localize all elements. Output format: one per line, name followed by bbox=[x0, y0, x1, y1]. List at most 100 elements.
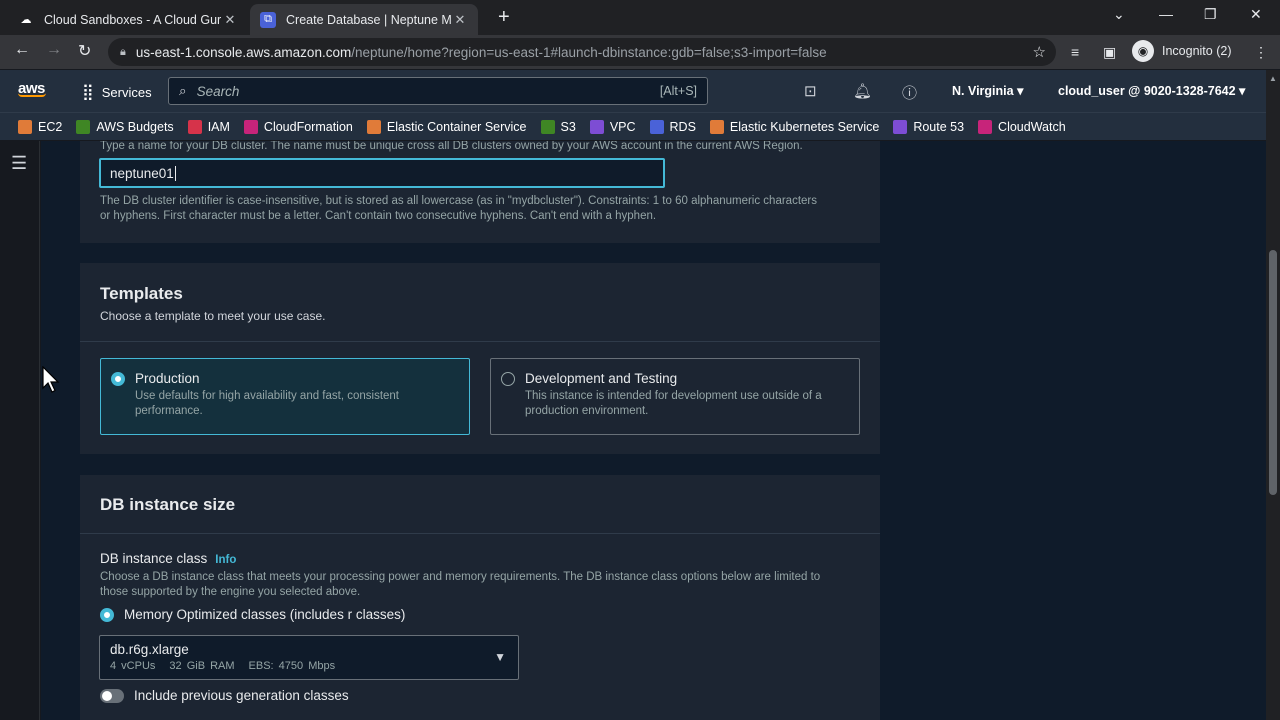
toggle-label: Include previous generation classes bbox=[134, 688, 349, 703]
favorite-ec2[interactable]: EC2 bbox=[18, 119, 63, 134]
cloudshell-icon[interactable]: ⊡ bbox=[804, 82, 817, 100]
divider bbox=[80, 341, 880, 342]
service-icon bbox=[978, 119, 993, 134]
main-content: Type a name for your DB cluster. The nam… bbox=[41, 141, 1266, 720]
minimize-button[interactable]: — bbox=[1159, 6, 1173, 22]
instance-class-label: DB instance class Info bbox=[100, 551, 237, 566]
service-icon bbox=[18, 119, 32, 134]
back-button[interactable]: ← bbox=[14, 41, 30, 59]
instance-class-desc-line1: Choose a DB instance class that meets yo… bbox=[100, 571, 821, 583]
address-bar[interactable]: 🔒︎ us-east-1.console.aws.amazon.com/nept… bbox=[108, 38, 1056, 66]
favorite-rds[interactable]: RDS bbox=[649, 119, 696, 134]
db-cluster-identifier-panel: Type a name for your DB cluster. The nam… bbox=[80, 141, 880, 243]
url-path: /neptune/home?region=us-east-1#launch-db… bbox=[351, 44, 827, 60]
memory-optimized-label: Memory Optimized classes (includes r cla… bbox=[124, 607, 406, 622]
incognito-profile[interactable]: ◉ Incognito (2) bbox=[1132, 40, 1231, 62]
favorite-iam[interactable]: IAM bbox=[187, 119, 230, 134]
favorite-cloudformation[interactable]: CloudFormation bbox=[243, 119, 353, 134]
templates-panel: Templates Choose a template to meet your… bbox=[80, 263, 880, 454]
info-link[interactable]: Info bbox=[215, 554, 236, 566]
db-cluster-identifier-input[interactable]: neptune01 bbox=[99, 158, 665, 188]
incognito-icon: ◉ bbox=[1132, 40, 1154, 62]
templates-heading: Templates bbox=[100, 284, 183, 303]
templates-subtitle: Choose a template to meet your use case. bbox=[100, 309, 326, 323]
notifications-bell-icon[interactable]: 🔔︎ bbox=[853, 82, 872, 100]
favorite-label: EC2 bbox=[38, 119, 63, 134]
bookmark-star-icon[interactable]: ☆ bbox=[1033, 43, 1046, 61]
dev-test-desc-line2: production environment. bbox=[525, 405, 649, 417]
favorite-vpc[interactable]: VPC bbox=[589, 119, 636, 134]
account-menu[interactable]: cloud_user @ 9020-1328-7642 ▾ bbox=[1058, 83, 1245, 98]
dev-test-label: Development and Testing bbox=[525, 371, 678, 386]
search-icon: ⌕ bbox=[179, 83, 187, 98]
service-icon bbox=[649, 119, 664, 134]
region-selector[interactable]: N. Virginia ▾ bbox=[952, 83, 1023, 98]
production-desc-line1: Use defaults for high availability and f… bbox=[135, 390, 400, 402]
favorite-label: Route 53 bbox=[913, 119, 965, 134]
favorite-s3[interactable]: S3 bbox=[540, 119, 576, 134]
favorite-label: CloudFormation bbox=[263, 119, 353, 134]
close-tab-icon[interactable]: ✕ bbox=[222, 12, 238, 28]
lock-icon[interactable]: 🔒︎ bbox=[120, 46, 126, 59]
previous-generation-toggle[interactable]: Include previous generation classes bbox=[100, 688, 349, 703]
service-icon bbox=[709, 119, 724, 134]
favorite-elastic-kubernetes-service[interactable]: Elastic Kubernetes Service bbox=[709, 119, 879, 134]
service-icon bbox=[76, 119, 91, 134]
side-panel-icon[interactable]: ▣ bbox=[1103, 44, 1116, 61]
production-desc-line2: performance. bbox=[135, 405, 203, 417]
favorite-elastic-container-service[interactable]: Elastic Container Service bbox=[366, 119, 527, 134]
close-tab-icon[interactable]: ✕ bbox=[452, 12, 468, 28]
instance-class-select[interactable]: db.r6g.xlarge 4 vCPUs 32 GiB RAM EBS: 4750… bbox=[99, 635, 519, 680]
cluster-help-text: Type a name for your DB cluster. The nam… bbox=[100, 141, 803, 152]
dev-test-desc-line1: This instance is intended for developmen… bbox=[525, 390, 822, 402]
aws-logo[interactable]: aws bbox=[18, 80, 46, 97]
dev-test-radio[interactable] bbox=[501, 372, 515, 386]
browser-tabstrip: ☁ Cloud Sandboxes - A Cloud Guru ✕ ⧉ Cre… bbox=[0, 0, 1280, 35]
favorites-bar: EC2 AWS Budgets IAM CloudFormation Elastic C… bbox=[0, 112, 1266, 140]
favorite-label: AWS Budgets bbox=[96, 119, 174, 134]
neptune-icon: ⧉ bbox=[260, 11, 276, 28]
favorite-label: RDS bbox=[669, 119, 696, 134]
favorite-label: CloudWatch bbox=[998, 119, 1066, 134]
services-label: Services bbox=[101, 84, 152, 100]
browser-menu-icon[interactable]: ⋮ bbox=[1254, 44, 1268, 61]
instance-class-desc-line2: those supported by the engine you select… bbox=[100, 586, 361, 598]
template-dev-test-tile[interactable]: Development and Testing This instance is… bbox=[490, 358, 860, 435]
page-scrollbar[interactable]: ▲ bbox=[1266, 70, 1280, 720]
scrollbar-thumb[interactable] bbox=[1269, 250, 1277, 495]
browser-tab-create-database[interactable]: ⧉ Create Database | Neptune Mana ✕ bbox=[250, 4, 478, 35]
tab-search-icon[interactable]: ⌄ bbox=[1113, 6, 1125, 23]
favorite-aws-budgets[interactable]: AWS Budgets bbox=[76, 119, 174, 134]
help-icon[interactable]: ⓘ bbox=[902, 82, 917, 103]
new-tab-button[interactable]: + bbox=[498, 6, 510, 29]
instance-class-specs: 4 vCPUs 32 GiB RAM EBS: 4750 Mbps bbox=[110, 660, 336, 672]
mouse-pointer-icon bbox=[42, 366, 60, 393]
hamburger-menu-icon[interactable]: ☰ bbox=[11, 153, 27, 174]
favorite-label: S3 bbox=[560, 119, 576, 134]
scroll-up-arrow-icon[interactable]: ▲ bbox=[1269, 74, 1277, 83]
side-navigation-rail: ☰ bbox=[0, 141, 40, 720]
radio-selected-icon bbox=[100, 607, 114, 622]
favorite-label: Elastic Container Service bbox=[386, 119, 527, 134]
divider bbox=[80, 533, 880, 534]
service-icon bbox=[589, 119, 604, 134]
close-window-button[interactable]: ✕ bbox=[1250, 6, 1262, 23]
memory-optimized-radio[interactable]: Memory Optimized classes (includes r cla… bbox=[100, 607, 405, 622]
caret-down-icon: ▼ bbox=[494, 650, 506, 664]
media-controls-icon[interactable]: ≡ bbox=[1071, 44, 1079, 60]
reload-button[interactable]: ↻ bbox=[78, 41, 91, 61]
restore-button[interactable]: ❐ bbox=[1204, 6, 1217, 23]
browser-toolbar: ← → ↻ 🔒︎ us-east-1.console.aws.amazon.co… bbox=[0, 35, 1280, 69]
services-menu[interactable]: ⣿ Services bbox=[82, 82, 152, 102]
template-production-tile[interactable]: Production Use defaults for high availab… bbox=[100, 358, 470, 435]
favorite-cloudwatch[interactable]: CloudWatch bbox=[978, 119, 1066, 134]
cloud-icon: ☁ bbox=[20, 14, 32, 26]
forward-button[interactable]: → bbox=[46, 41, 62, 59]
toggle-switch[interactable] bbox=[100, 688, 124, 703]
service-icon bbox=[893, 119, 908, 134]
production-radio[interactable] bbox=[111, 372, 125, 386]
search-input[interactable]: ⌕ Search [Alt+S] bbox=[168, 77, 708, 105]
favorite-route-53[interactable]: Route 53 bbox=[893, 119, 965, 134]
instance-size-heading: DB instance size bbox=[100, 495, 236, 514]
browser-tab-cloud-sandboxes[interactable]: ☁ Cloud Sandboxes - A Cloud Guru ✕ bbox=[8, 4, 248, 35]
